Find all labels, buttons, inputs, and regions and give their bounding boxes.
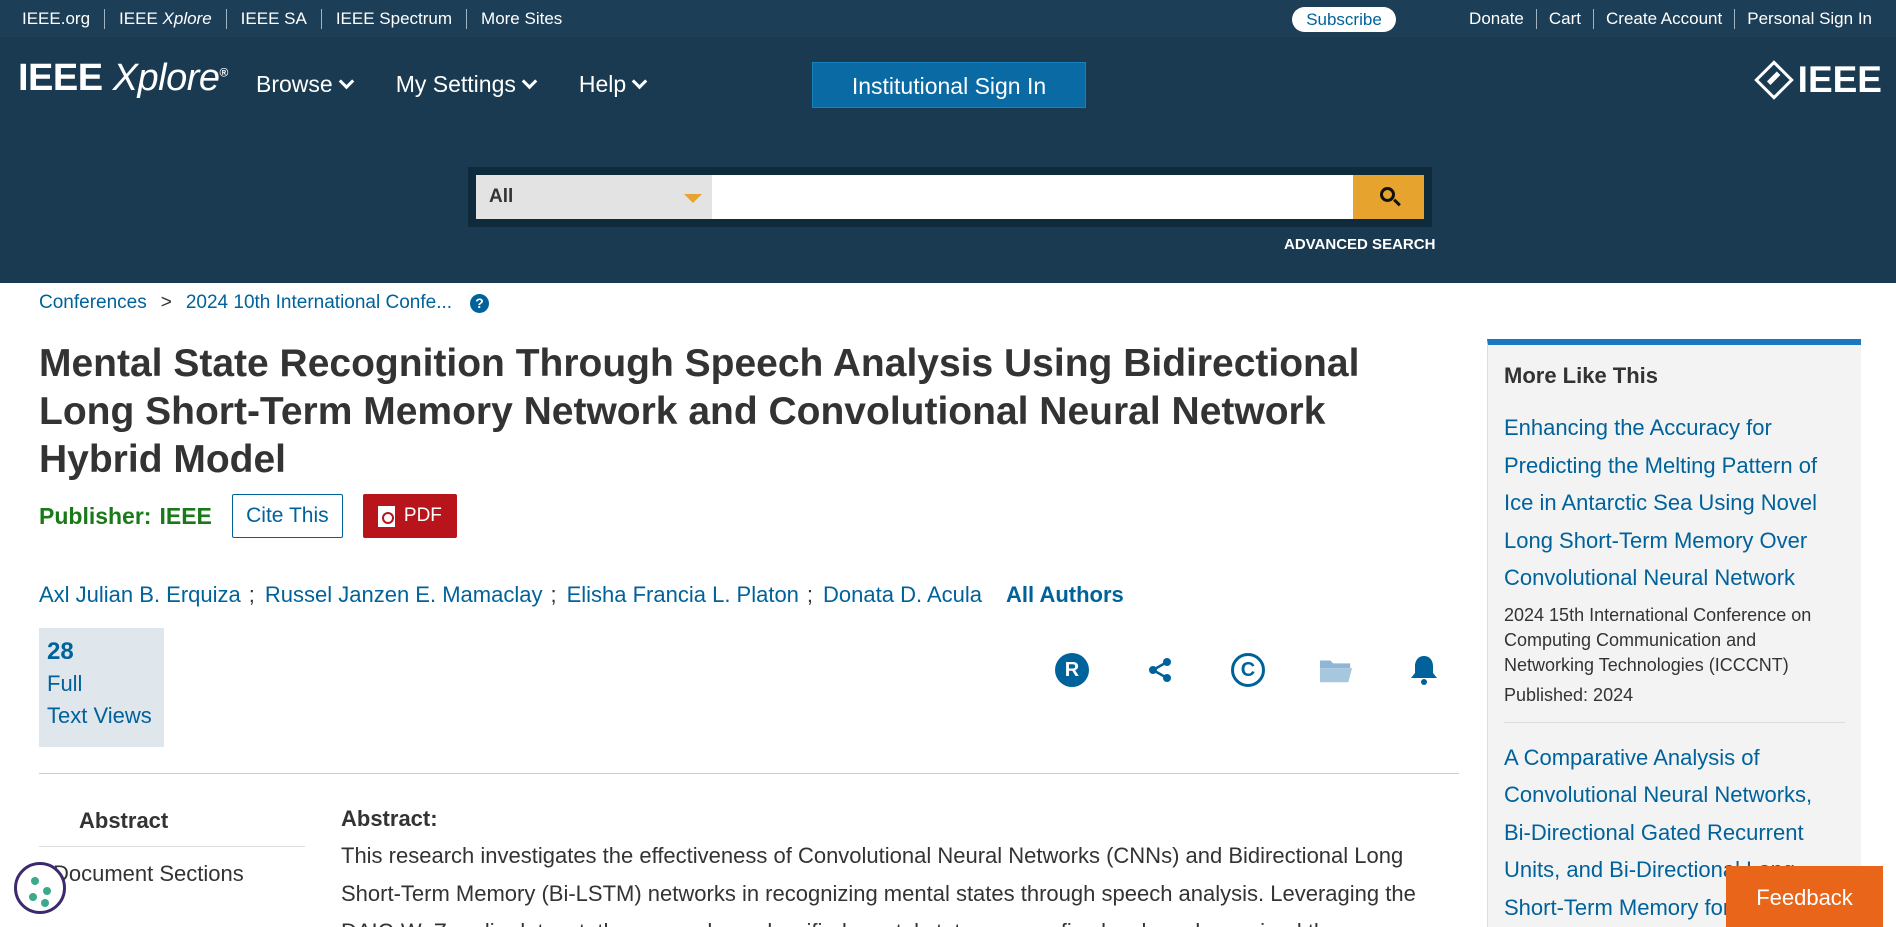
link-ieee-sa[interactable]: IEEE SA [227, 8, 322, 29]
help-icon[interactable]: ? [470, 293, 490, 313]
chevron-down-icon [338, 73, 354, 90]
related-article-link[interactable]: Enhancing the Accuracy for Predicting th… [1504, 409, 1845, 597]
publisher: Publisher: IEEE [39, 502, 212, 529]
advanced-search-link[interactable]: ADVANCED SEARCH [1284, 236, 1435, 253]
folder-icon[interactable] [1319, 653, 1353, 687]
section-divider [39, 773, 1459, 774]
breadcrumb: Conferences > 2024 10th International Co… [39, 292, 490, 314]
link-ieee-spectrum[interactable]: IEEE Spectrum [322, 8, 468, 29]
cookie-settings-icon[interactable] [14, 862, 66, 914]
page-title: Mental State Recognition Through Speech … [39, 342, 1360, 481]
more-like-this-heading: More Like This [1504, 363, 1659, 388]
cite-this-button[interactable]: Cite This [231, 494, 343, 538]
ieee-logo[interactable]: IEEE [1753, 59, 1882, 101]
author-link[interactable]: Donata D. Acula [823, 582, 982, 608]
search-bar: All [468, 167, 1432, 227]
rights-r-icon[interactable]: R [1055, 653, 1089, 687]
nav-browse[interactable]: Browse [256, 71, 354, 98]
search-button[interactable] [1352, 175, 1424, 219]
chevron-down-icon [631, 73, 648, 90]
views-count: 28 [47, 638, 74, 665]
author-link[interactable]: Russel Janzen E. Mamaclay [265, 582, 543, 608]
main-nav: Browse My Settings Help [256, 71, 689, 98]
search-scope-select[interactable]: All [476, 175, 713, 219]
link-ieee-org[interactable]: IEEE.org [8, 8, 106, 29]
link-donate[interactable]: Donate [1457, 8, 1537, 29]
site-header: IEEE Xplore® Browse My Settings Help Ins… [0, 37, 1896, 283]
top-utility-bar: IEEE.org IEEE Xplore IEEE SA IEEE Spectr… [0, 0, 1896, 37]
abstract-heading: Abstract: [341, 806, 438, 831]
more-like-this-panel: More Like This Enhancing the Accuracy fo… [1487, 339, 1861, 927]
sidenav-abstract[interactable]: Abstract [39, 800, 305, 847]
related-article-published: Published: 2024 [1504, 684, 1634, 705]
dropdown-triangle-icon [684, 194, 703, 203]
share-icon[interactable] [1143, 653, 1177, 687]
sidenav-document-sections[interactable]: Document Sections [39, 847, 305, 887]
related-article-conference: 2024 15th International Conference on Co… [1504, 604, 1812, 675]
breadcrumb-conferences[interactable]: Conferences [39, 292, 147, 314]
full-text-views-badge[interactable]: 28 Full Text Views [39, 628, 164, 747]
link-create-account[interactable]: Create Account [1594, 8, 1736, 29]
pdf-button[interactable]: PDF [362, 494, 457, 538]
copyright-icon[interactable]: C [1231, 653, 1265, 687]
breadcrumb-separator: > [160, 292, 172, 313]
link-ieee-xplore[interactable]: IEEE Xplore [105, 8, 227, 29]
nav-my-settings[interactable]: My Settings [396, 71, 538, 98]
article-tools: R C [1055, 653, 1495, 687]
nav-help[interactable]: Help [579, 71, 648, 98]
all-authors-link[interactable]: All Authors [1006, 582, 1124, 608]
publisher-row: Publisher: IEEE Cite This PDF [39, 494, 457, 538]
pdf-icon [377, 505, 395, 527]
top-links-left: IEEE.org IEEE Xplore IEEE SA IEEE Spectr… [8, 0, 576, 37]
ieee-xplore-logo[interactable]: IEEE Xplore® [18, 57, 228, 100]
link-personal-sign-in[interactable]: Personal Sign In [1735, 9, 1884, 29]
link-cart[interactable]: Cart [1537, 8, 1594, 29]
breadcrumb-conference[interactable]: 2024 10th International Confe... [186, 292, 452, 314]
author-link[interactable]: Axl Julian B. Erquiza [39, 582, 241, 608]
top-links-right: Donate Cart Create Account Personal Sign… [1457, 0, 1884, 37]
subscribe-button[interactable]: Subscribe [1292, 7, 1396, 32]
link-more-sites[interactable]: More Sites [467, 9, 576, 29]
institutional-sign-in-button[interactable]: Institutional Sign In [812, 62, 1086, 108]
feedback-button[interactable]: Feedback [1726, 866, 1883, 927]
author-list: Axl Julian B. Erquiza; Russel Janzen E. … [39, 582, 1124, 608]
abstract-text: This research investigates the effective… [341, 843, 1416, 927]
abstract-section: Abstract: This research investigates the… [341, 805, 1451, 927]
document-sidenav: Abstract Document Sections [39, 800, 305, 887]
chevron-down-icon [521, 73, 538, 90]
ieee-diamond-icon [1753, 60, 1794, 100]
bell-icon[interactable] [1407, 653, 1441, 687]
author-link[interactable]: Elisha Francia L. Platon [567, 582, 799, 608]
search-input[interactable] [712, 175, 1353, 219]
